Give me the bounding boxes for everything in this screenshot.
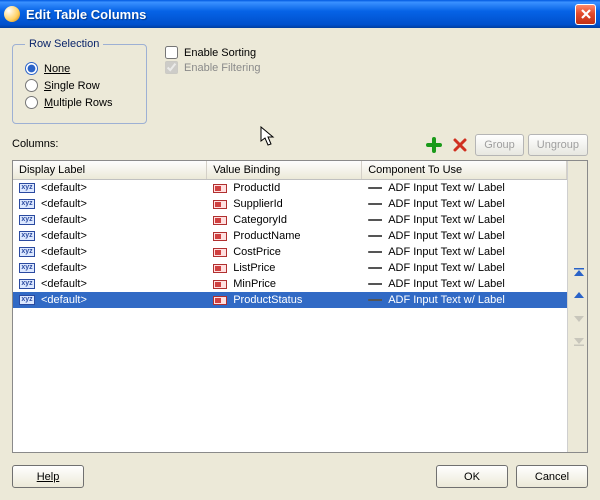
- xyz-icon: xyz: [19, 263, 35, 273]
- row-selection-legend: Row Selection: [25, 38, 103, 50]
- component-icon: [368, 263, 382, 273]
- cell-value-binding: ListPrice: [233, 262, 275, 274]
- delete-icon: [452, 137, 468, 153]
- xyz-icon: xyz: [19, 247, 35, 257]
- cell-component: ADF Input Text w/ Label: [388, 294, 505, 306]
- cell-value-binding: ProductId: [233, 182, 280, 194]
- component-icon: [368, 247, 382, 257]
- move-down-button: [570, 309, 588, 327]
- table-row[interactable]: xyz <default> SupplierId ADF Input Text w/ …: [13, 196, 567, 212]
- check-enable-sorting-input[interactable]: [165, 46, 178, 59]
- binding-icon: [213, 264, 227, 273]
- radio-multiple-label: Multiple Rows: [44, 97, 112, 109]
- cell-value-binding: SupplierId: [233, 198, 283, 210]
- cell-display-label: <default>: [41, 278, 87, 290]
- arrow-up-icon: [572, 289, 586, 303]
- move-top-button[interactable]: [570, 265, 588, 283]
- arrow-bottom-icon: [572, 333, 586, 347]
- xyz-icon: xyz: [19, 199, 35, 209]
- cell-display-label: <default>: [41, 182, 87, 194]
- radio-none[interactable]: None: [25, 62, 134, 75]
- check-enable-filtering-input: [165, 61, 178, 74]
- radio-none-input[interactable]: [25, 62, 38, 75]
- check-enable-filtering-label: Enable Filtering: [184, 62, 260, 74]
- plus-icon: [426, 137, 442, 153]
- binding-icon: [213, 216, 227, 225]
- ungroup-button[interactable]: Ungroup: [528, 134, 588, 156]
- cell-component: ADF Input Text w/ Label: [388, 278, 505, 290]
- title-bar: Edit Table Columns: [0, 0, 600, 28]
- table-row[interactable]: xyz <default> ProductName ADF Input Text w/…: [13, 228, 567, 244]
- table-row[interactable]: xyz <default> MinPrice ADF Input Text w/ La…: [13, 276, 567, 292]
- binding-icon: [213, 200, 227, 209]
- cell-component: ADF Input Text w/ Label: [388, 262, 505, 274]
- group-button[interactable]: Group: [475, 134, 524, 156]
- component-icon: [368, 231, 382, 241]
- arrow-down-icon: [572, 311, 586, 325]
- move-up-button[interactable]: [570, 287, 588, 305]
- window-title: Edit Table Columns: [26, 7, 575, 22]
- binding-icon: [213, 232, 227, 241]
- window-close-button[interactable]: [575, 4, 596, 25]
- binding-icon: [213, 280, 227, 289]
- cell-display-label: <default>: [41, 230, 87, 242]
- table-row[interactable]: xyz <default> CategoryId ADF Input Text w/ …: [13, 212, 567, 228]
- add-column-button[interactable]: [423, 134, 445, 156]
- cell-display-label: <default>: [41, 198, 87, 210]
- table-row[interactable]: xyz <default> ProductStatus ADF Input Text …: [13, 292, 567, 308]
- component-icon: [368, 279, 382, 289]
- cell-value-binding: ProductName: [233, 230, 300, 242]
- component-icon: [368, 199, 382, 209]
- check-enable-sorting-label: Enable Sorting: [184, 47, 256, 59]
- cell-component: ADF Input Text w/ Label: [388, 230, 505, 242]
- remove-column-button[interactable]: [449, 134, 471, 156]
- xyz-icon: xyz: [19, 231, 35, 241]
- component-icon: [368, 215, 382, 225]
- ok-button[interactable]: OK: [436, 465, 508, 488]
- component-icon: [368, 295, 382, 305]
- table-row[interactable]: xyz <default> ListPrice ADF Input Text w/ L…: [13, 260, 567, 276]
- cell-value-binding: MinPrice: [233, 278, 276, 290]
- binding-icon: [213, 296, 227, 305]
- cell-component: ADF Input Text w/ Label: [388, 198, 505, 210]
- cell-display-label: <default>: [41, 294, 87, 306]
- check-enable-sorting[interactable]: Enable Sorting: [165, 46, 260, 59]
- table-row[interactable]: xyz <default> ProductId ADF Input Text w/ L…: [13, 180, 567, 197]
- xyz-icon: xyz: [19, 279, 35, 289]
- cell-display-label: <default>: [41, 262, 87, 274]
- xyz-icon: xyz: [19, 183, 35, 193]
- columns-table[interactable]: Display Label Value Binding Component To…: [13, 161, 567, 452]
- check-enable-filtering: Enable Filtering: [165, 61, 260, 74]
- row-selection-group: Row Selection None Single Row Multiple R…: [12, 38, 147, 124]
- radio-single[interactable]: Single Row: [25, 79, 134, 92]
- xyz-icon: xyz: [19, 215, 35, 225]
- arrow-top-icon: [572, 267, 586, 281]
- cell-value-binding: CategoryId: [233, 214, 287, 226]
- xyz-icon: xyz: [19, 295, 35, 305]
- cell-component: ADF Input Text w/ Label: [388, 246, 505, 258]
- component-icon: [368, 183, 382, 193]
- cancel-button[interactable]: Cancel: [516, 465, 588, 488]
- radio-multiple[interactable]: Multiple Rows: [25, 96, 134, 109]
- table-row[interactable]: xyz <default> CostPrice ADF Input Text w/ L…: [13, 244, 567, 260]
- radio-single-input[interactable]: [25, 79, 38, 92]
- radio-multiple-input[interactable]: [25, 96, 38, 109]
- cell-display-label: <default>: [41, 246, 87, 258]
- cell-component: ADF Input Text w/ Label: [388, 182, 505, 194]
- binding-icon: [213, 248, 227, 257]
- move-bottom-button: [570, 331, 588, 349]
- cell-value-binding: ProductStatus: [233, 294, 302, 306]
- radio-none-label: None: [44, 63, 70, 75]
- cell-component: ADF Input Text w/ Label: [388, 214, 505, 226]
- col-header-display-label[interactable]: Display Label: [13, 161, 207, 180]
- binding-icon: [213, 184, 227, 193]
- col-header-value-binding[interactable]: Value Binding: [207, 161, 362, 180]
- app-icon: [4, 6, 20, 22]
- col-header-component[interactable]: Component To Use: [362, 161, 567, 180]
- radio-single-label: Single Row: [44, 80, 100, 92]
- help-button[interactable]: Help: [12, 465, 84, 488]
- cell-value-binding: CostPrice: [233, 246, 281, 258]
- cell-display-label: <default>: [41, 214, 87, 226]
- close-icon: [581, 9, 591, 19]
